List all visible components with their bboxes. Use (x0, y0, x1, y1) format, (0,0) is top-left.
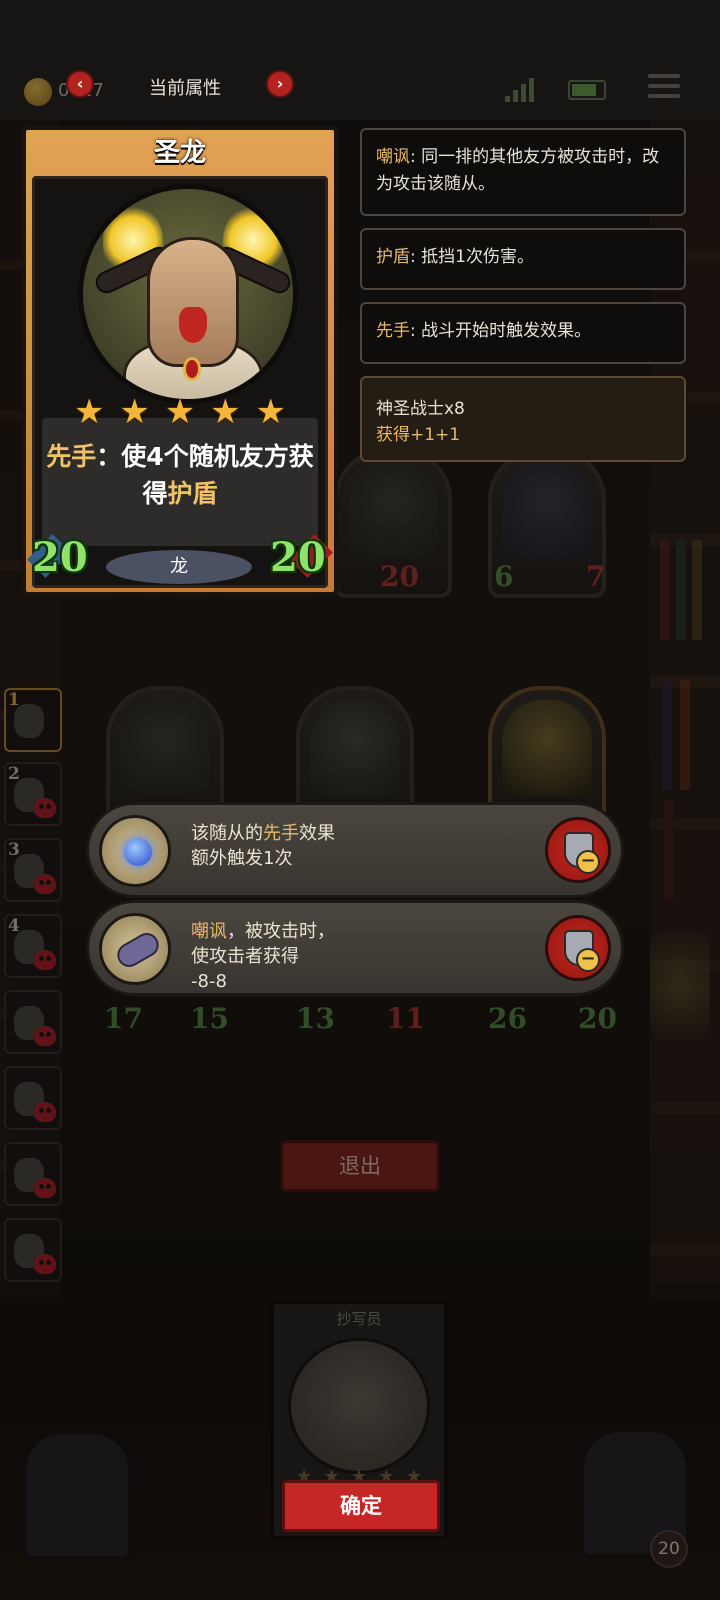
effect-text: 嘲讽，被攻击时， 使攻击者获得 -8-8 (191, 921, 335, 992)
minus-icon: − (576, 850, 600, 874)
star-icon: ★ (74, 392, 105, 432)
card-health: 20 (270, 534, 326, 581)
exit-button[interactable]: 退出 (280, 1140, 440, 1192)
coin-icon (24, 78, 52, 106)
confirm-button[interactable]: 确定 (282, 1480, 440, 1532)
tooltip-synergy: 神圣战士x8 获得+1+1 (360, 376, 686, 462)
effect-icon (99, 815, 171, 887)
card-stars: ★ ★ ★ ★ ★ (74, 394, 286, 430)
minus-icon: − (576, 948, 600, 972)
effect-banner: 嘲讽，被攻击时， 使攻击者获得 -8-8 − (86, 900, 624, 996)
top-bar: 0017 ‹ 当前属性 › (0, 0, 720, 120)
card-attack: 20 (32, 534, 88, 581)
card-tribe: 龙 (106, 550, 252, 584)
card-name: 圣龙 (153, 138, 206, 168)
remove-effect-button[interactable]: − (545, 915, 611, 981)
star-icon: ★ (255, 392, 286, 432)
minion-detail-card: 圣龙 先手：使4个随机友方获得护盾 ★ ★ ★ ★ ★ 20 20 龙 (22, 126, 338, 596)
remove-effect-button[interactable]: − (545, 817, 611, 883)
tooltip-shield: 护盾: 抵挡1次伤害。 (360, 228, 686, 290)
card-description: 先手：使4个随机友方获得护盾 (46, 442, 314, 508)
battery-icon (568, 80, 606, 100)
signal-icon (505, 78, 535, 102)
gem-decoration (183, 357, 201, 381)
arm-icon (112, 928, 164, 972)
blue-orb-icon (124, 838, 152, 866)
page-title: 当前属性 (149, 78, 221, 99)
star-icon: ★ (164, 392, 196, 432)
menu-icon[interactable] (648, 74, 680, 102)
prev-button[interactable]: ‹ (66, 70, 94, 98)
tooltip-first-strike: 先手: 战斗开始时触发效果。 (360, 302, 686, 364)
card-description-box: 先手：使4个随机友方获得护盾 (42, 418, 318, 546)
effect-banner: 该随从的先手效果 额外触发1次 − (86, 802, 624, 898)
card-portrait (78, 184, 298, 404)
effect-icon (99, 913, 171, 985)
effect-text: 该随从的先手效果 额外触发1次 (191, 823, 335, 869)
star-icon: ★ (119, 392, 150, 432)
star-icon: ★ (210, 392, 241, 432)
tooltip-taunt: 嘲讽: 同一排的其他友方被攻击时，改为攻击该随从。 (360, 128, 686, 216)
dragon-face (147, 237, 239, 367)
next-button[interactable]: › (266, 70, 294, 98)
beard-decoration (179, 307, 207, 343)
